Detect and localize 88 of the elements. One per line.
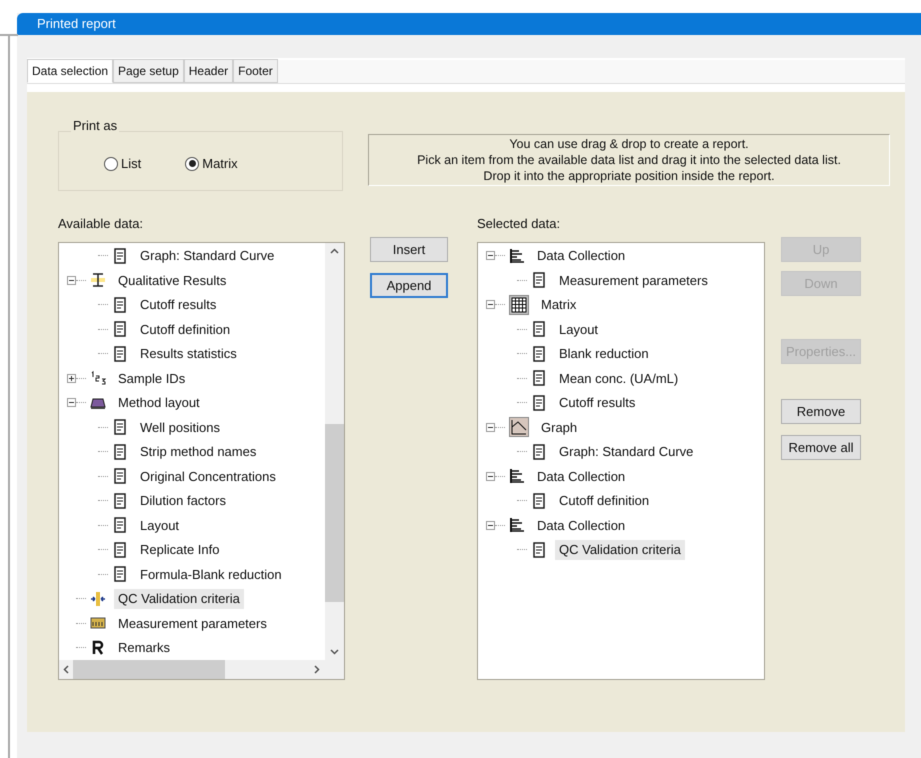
button[interactable]: Insert [370,237,448,262]
tree-item[interactable]: Graph [537,418,582,437]
document-icon [531,394,547,411]
arrows-icon [90,590,106,607]
document-icon [112,419,128,436]
tree-item[interactable]: Qualitative Results [114,270,230,290]
radio-label: Matrix [202,155,238,173]
button[interactable]: Remove [781,399,861,424]
radio-button[interactable] [104,156,118,171]
tree-item[interactable]: Mean conc. (UA/mL) [555,368,682,388]
document-icon [112,296,128,313]
vertical-scrollbar[interactable] [325,242,344,660]
grid-icon [509,294,529,315]
radio-label: List [121,155,142,173]
tree-item[interactable]: Graph: Standard Curve [555,442,698,462]
window-title: Printed report [37,15,116,34]
tree-item[interactable]: Cutoff results [136,295,220,314]
tree-item[interactable]: Layout [555,320,602,339]
document-icon [112,346,128,362]
tree-item[interactable]: Method layout [114,393,204,412]
tab[interactable]: Header [184,59,234,83]
collapse-toggle[interactable] [67,398,76,408]
chart-icon [509,417,529,438]
tree-item[interactable]: Data Collection [533,516,630,535]
tree-item[interactable]: Cutoff definition [555,491,654,510]
tree-item[interactable]: Original Concentrations [136,466,280,486]
document-icon [112,492,128,509]
document-icon [112,517,128,534]
tree-item[interactable]: Blank reduction [555,344,653,364]
numbers-icon [90,370,106,386]
tree-item[interactable]: Measurement parameters [555,270,712,290]
tree-item[interactable]: QC Validation criteria [555,540,685,560]
radio-button[interactable] [185,156,200,171]
tab[interactable]: Footer [233,59,278,83]
document-icon [531,272,547,288]
document-icon [112,444,128,460]
bars-icon [509,468,525,484]
tree-item[interactable]: Data Collection [533,246,630,266]
info-text: Drop it into the appropriate position inside the report. [483,168,775,184]
document-icon [531,492,547,509]
button[interactable]: Append [370,273,448,298]
tree-item[interactable]: Data Collection [533,466,630,486]
collapse-toggle[interactable] [486,422,495,432]
i-beam-icon [90,272,106,288]
tree-item[interactable]: Strip method names [136,442,260,462]
document-icon [531,346,547,362]
tab[interactable]: Data selection [27,59,114,83]
tree-item[interactable]: Results statistics [136,344,241,364]
collapse-toggle[interactable] [486,472,495,481]
tree-item[interactable]: Sample IDs [114,368,190,388]
tree-item[interactable]: Matrix [537,295,580,314]
tree-item[interactable]: Dilution factors [136,491,230,510]
document-icon [112,542,128,558]
document-icon [531,321,547,338]
bars-icon [509,517,525,534]
document-icon [112,321,128,338]
tree-item[interactable]: Replicate Info [136,540,224,560]
button[interactable]: Remove all [781,435,861,460]
tab[interactable]: Page setup [113,59,184,83]
document-icon [531,444,547,460]
meter-icon [90,615,106,632]
bars-icon [509,248,525,264]
tree-item[interactable]: Cutoff results [555,393,640,412]
available-data-label: Available data: [58,216,144,231]
selected-data-label: Selected data: [477,216,560,231]
tree-item[interactable]: Layout [136,516,184,535]
info-text: Pick an item from the available data list and drag it into the selected data list. [417,152,841,168]
expand-toggle[interactable] [67,374,76,383]
document-icon [112,248,128,264]
document-icon [531,370,547,386]
tree-item[interactable]: Cutoff definition [136,320,234,339]
tree-item[interactable]: Measurement parameters [114,614,271,633]
document-icon [112,566,128,582]
info-text: You can use drag & drop to create a report. [509,136,749,152]
tree-item[interactable]: Formula-Blank reduction [136,564,286,584]
horizontal-scrollbar[interactable] [59,660,344,678]
collapse-toggle[interactable] [486,520,495,530]
document-icon [112,468,128,484]
collapse-toggle[interactable] [486,251,495,260]
tree-item[interactable]: QC Validation criteria [114,589,244,608]
collapse-toggle[interactable] [67,276,76,285]
document-icon [531,542,547,558]
tree-item[interactable]: Graph: Standard Curve [136,246,278,266]
tree-item[interactable]: Well positions [136,418,224,437]
letter-r-icon [90,640,106,656]
tree-item[interactable]: Remarks [114,638,174,658]
plus-icon [68,374,75,382]
collapse-toggle[interactable] [486,300,495,310]
